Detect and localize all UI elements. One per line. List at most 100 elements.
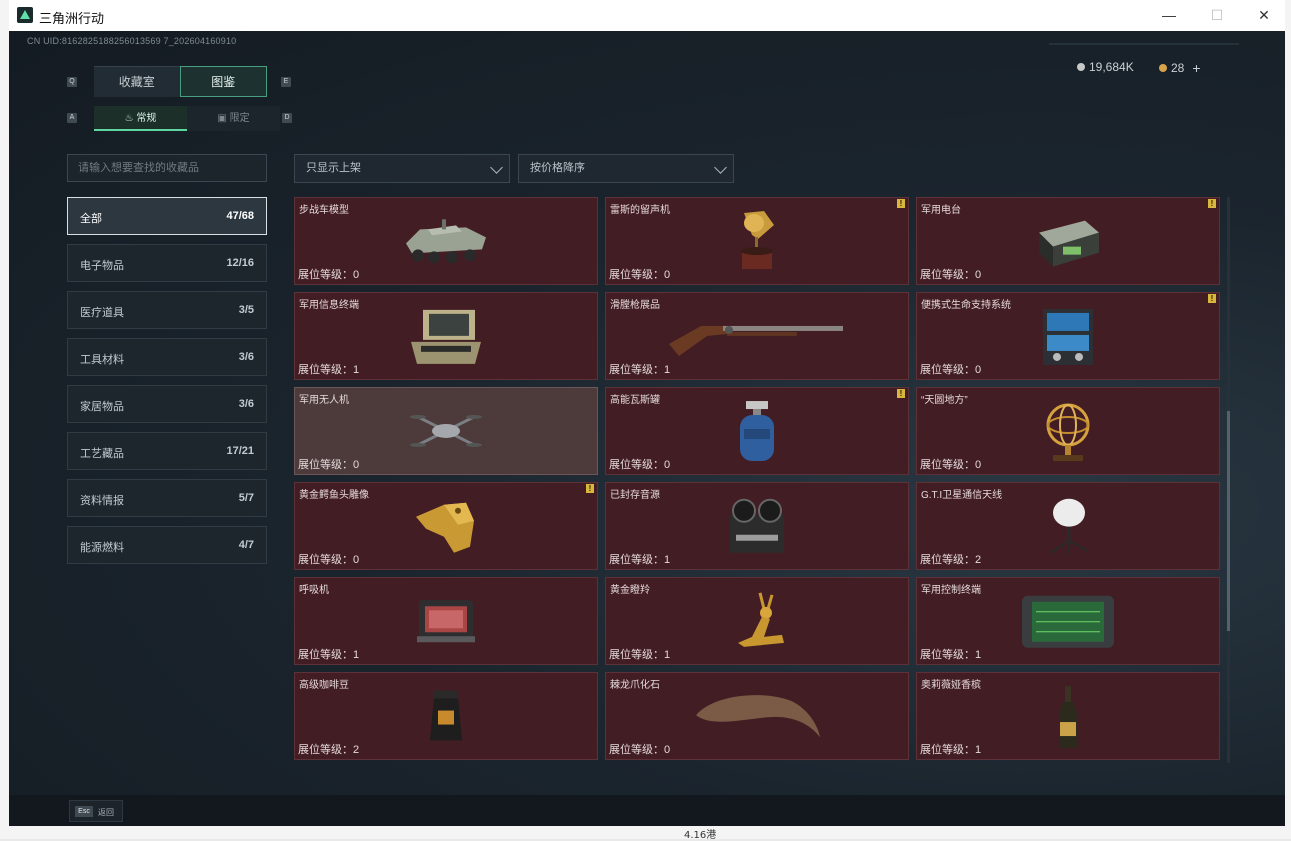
category-all[interactable]: 全部 47/68 [67,197,267,235]
back-button[interactable]: Esc 返回 [69,800,123,822]
collectible-card[interactable]: 已封存音源 展位等级：1 [605,482,909,570]
gold-coin-icon [1159,64,1167,72]
category-medical[interactable]: 医疗道具 3/5 [67,291,267,329]
category-list: 全部 47/68 电子物品 12/16 医疗道具 3/5 工具材料 3/6 家居物品 3/… [67,197,267,573]
player-uid: CN UID:8162825188256013569 7_20260416091… [27,36,237,46]
item-level: 展位等级：0 [609,269,671,281]
life-support-icon [1037,305,1099,374]
category-label: 电子物品 [80,260,124,272]
category-tools[interactable]: 工具材料 3/6 [67,338,267,376]
item-name: 滑膛枪展品 [610,300,660,311]
minimize-button[interactable]: — [1154,5,1184,25]
gramophone-icon [734,209,780,280]
collectible-card[interactable]: 军用信息终端 展位等级：1 [294,292,598,380]
item-name: 雷斯的留声机 [610,205,670,216]
shelf-filter-dropdown[interactable]: 只显示上架 [294,154,510,183]
armillary-sphere-icon [1041,399,1095,470]
item-level: 展位等级：0 [920,364,982,376]
drone-icon [410,409,482,458]
tab-collection-room[interactable]: 收藏室 [94,66,180,97]
item-level: 展位等级：1 [298,364,360,376]
collectible-card[interactable]: 高级咖啡豆 展位等级：2 [294,672,598,760]
item-name: 棘龙爪化石 [610,680,660,691]
sort-dropdown[interactable]: 按价格降序 [518,154,734,183]
item-level: 展位等级：1 [298,649,360,661]
sort-value: 按价格降序 [530,162,585,174]
collectible-card[interactable]: 便携式生命支持系统 ! 展位等级：0 [916,292,1220,380]
category-count: 12/16 [226,257,254,269]
desktop-right-edge [1285,0,1291,839]
item-level: 展位等级：0 [920,459,982,471]
window-title: 三角洲行动 [39,11,105,26]
item-name: 军用无人机 [299,395,349,406]
category-crafts[interactable]: 工艺藏品 17/21 [67,432,267,470]
warning-badge: ! [897,199,905,208]
gold-crocodile-icon [414,497,478,562]
item-name: 高级咖啡豆 [299,680,349,691]
subtab-regular[interactable]: ♨ 常规 [94,106,187,131]
category-label: 能源燃料 [80,542,124,554]
item-name: 黄金瞪羚 [610,585,650,596]
champagne-icon [1057,684,1079,755]
item-name: 军用电台 [921,205,961,216]
silver-amount: 19,684K [1089,60,1134,74]
collectible-card[interactable]: 奥莉薇娅香槟 展位等级：1 [916,672,1220,760]
header-divider [1049,43,1239,45]
collectible-card[interactable]: 高能瓦斯罐 ! 展位等级：0 [605,387,909,475]
tab-catalog[interactable]: 图鉴 [179,66,267,97]
warning-badge: ! [1208,199,1216,208]
collectible-card[interactable]: 黄金鳄鱼头雕像 ! 展位等级：0 [294,482,598,570]
category-count: 3/6 [238,398,254,410]
app-window: 三角洲行动 — ☐ ✕ CN UID:8162825188256013569 7… [9,0,1285,826]
collectible-card[interactable]: 呼吸机 展位等级：1 [294,577,598,665]
gas-tank-icon [736,399,778,470]
musket-icon [667,314,847,363]
title-bar[interactable]: 三角洲行动 — ☐ ✕ [9,0,1285,32]
item-name: 便携式生命支持系统 [921,300,1011,311]
category-label: 医疗道具 [80,307,124,319]
hotkey-a: A [67,113,77,123]
item-level: 展位等级：0 [298,459,360,471]
category-energy[interactable]: 能源燃料 4/7 [67,526,267,564]
category-intel[interactable]: 资料情报 5/7 [67,479,267,517]
item-name: 军用控制终端 [921,585,981,596]
claw-fossil-icon [692,691,822,746]
close-button[interactable]: ✕ [1249,5,1279,25]
collectible-card[interactable]: “天圆地方” 展位等级：0 [916,387,1220,475]
chevron-down-icon [714,161,727,174]
satellite-dish-icon [1039,497,1097,562]
desktop-bottom-edge [9,826,1285,839]
category-label: 家居物品 [80,401,124,413]
add-currency-button[interactable]: + [1192,60,1200,76]
collectible-card[interactable]: 步战车模型 展位等级：0 [294,197,598,285]
item-level: 展位等级：1 [920,649,982,661]
category-label: 工艺藏品 [80,448,124,460]
limited-icon: ▣ [217,113,227,124]
gold-gazelle-icon [724,591,790,658]
subtab-limited[interactable]: ▣ 限定 [187,106,280,131]
silver-currency: 19,684K [1077,60,1134,74]
category-electronics[interactable]: 电子物品 12/16 [67,244,267,282]
item-level: 展位等级：2 [920,554,982,566]
collectible-card[interactable]: 军用电台 ! 展位等级：0 [916,197,1220,285]
collectible-card[interactable]: 黄金瞪羚 展位等级：1 [605,577,909,665]
app-logo-icon [17,7,33,23]
ifv-model-icon [398,215,494,272]
collectible-card[interactable]: 军用无人机 展位等级：0 [294,387,598,475]
hotkey-q: Q [67,77,77,87]
maximize-button[interactable]: ☐ [1202,5,1232,25]
item-name: 军用信息终端 [299,300,359,311]
collectible-card[interactable]: 雷斯的留声机 ! 展位等级：0 [605,197,909,285]
scrollbar-thumb[interactable] [1227,411,1230,631]
collectible-card[interactable]: 棘龙爪化石 展位等级：0 [605,672,909,760]
regular-icon: ♨ [124,113,134,124]
collectible-card[interactable]: 军用控制终端 展位等级：1 [916,577,1220,665]
tape-recorder-icon [724,497,790,562]
collectible-card[interactable]: 滑膛枪展品 展位等级：1 [605,292,909,380]
collectible-card[interactable]: G.T.I卫星通信天线 展位等级：2 [916,482,1220,570]
chevron-down-icon [490,161,503,174]
search-input[interactable] [67,154,267,182]
warning-badge: ! [1208,294,1216,303]
category-household[interactable]: 家居物品 3/6 [67,385,267,423]
item-level: 展位等级：2 [298,744,360,756]
